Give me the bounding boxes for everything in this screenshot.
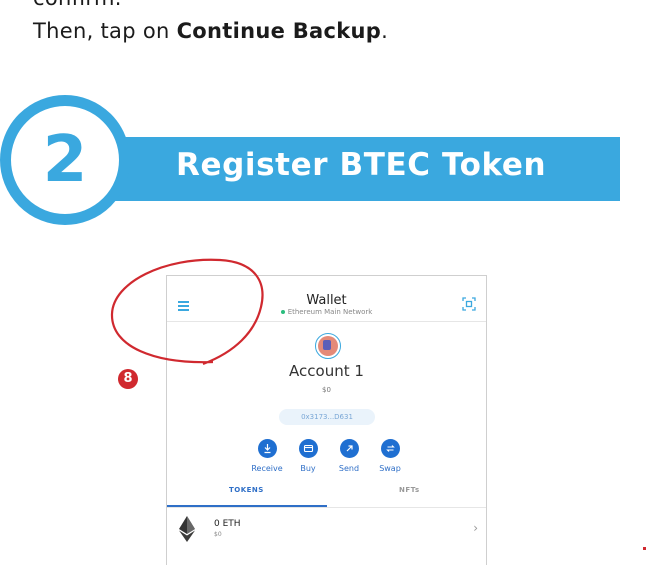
address-pill[interactable]: 0x3173...D631 [279, 409, 375, 425]
tab-tokens[interactable]: TOKENS [229, 486, 264, 494]
action-buttons: Receive Buy Send Swap [249, 439, 409, 475]
instruction-line-2: Then, tap on Continue Backup. [33, 19, 388, 43]
account-avatar[interactable] [315, 333, 341, 359]
instruction-line-1: confirm. [33, 0, 122, 10]
scan-qr-icon[interactable] [462, 297, 476, 311]
network-name: Ethereum Main Network [287, 308, 373, 316]
ethereum-icon [179, 516, 195, 542]
step-badge: 8 [118, 369, 138, 389]
tab-nfts[interactable]: NFTs [399, 486, 420, 494]
send-label: Send [338, 464, 360, 473]
token-amount: 0 ETH [214, 519, 241, 529]
swap-label: Swap [379, 464, 401, 473]
chevron-right-icon: › [473, 521, 478, 535]
highlight-ellipse [110, 258, 264, 366]
continue-backup-text: Continue Backup [176, 19, 382, 43]
token-usd-value: $0 [214, 531, 222, 538]
red-mark [643, 547, 646, 550]
instruction-text: Then, tap on [33, 19, 177, 43]
buy-button[interactable]: Buy [290, 439, 326, 473]
step-number: 2 [42, 123, 88, 197]
token-row-eth[interactable]: 0 ETH $0 › [167, 508, 486, 548]
receive-button[interactable]: Receive [249, 439, 285, 473]
send-button[interactable]: Send [331, 439, 367, 473]
receive-label: Receive [251, 464, 283, 473]
buy-label: Buy [300, 464, 316, 473]
download-icon [257, 439, 277, 458]
instruction-period: . [381, 19, 389, 43]
network-status-dot [280, 310, 285, 314]
card-icon [298, 439, 318, 458]
active-tab-indicator [167, 505, 327, 507]
swap-button[interactable]: Swap [372, 439, 408, 473]
step-title: Register BTEC Token [176, 147, 547, 183]
arrow-up-right-icon [339, 439, 359, 458]
account-balance: $0 [322, 386, 331, 394]
swap-icon [380, 439, 400, 458]
